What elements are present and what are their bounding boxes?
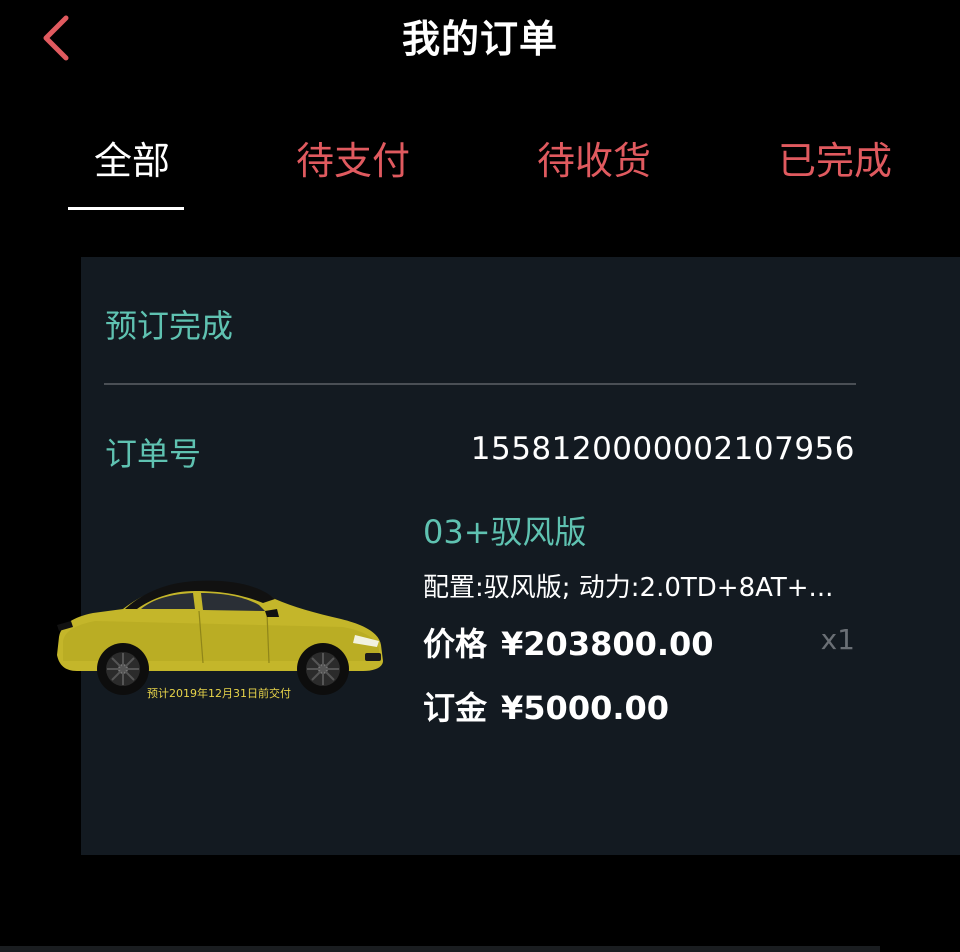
- quantity: x1: [820, 623, 855, 656]
- deposit-label: 订金: [423, 689, 488, 727]
- tab-pending-delivery[interactable]: 待收货: [537, 130, 651, 185]
- order-number: 1558120000002107956: [470, 431, 855, 467]
- page-title: 我的订单: [401, 17, 558, 61]
- order-number-label: 订单号: [105, 435, 202, 473]
- product-config: 配置:驭风版; 动力:2.0TD+8AT+...: [423, 573, 834, 603]
- delivery-note: 预计2019年12月31日前交付: [147, 687, 291, 700]
- tab-all[interactable]: 全部: [94, 130, 170, 185]
- order-tabs: 全部 待支付 待收货 已完成: [0, 120, 960, 220]
- deposit-row: 订金 ¥5000.00: [423, 683, 669, 729]
- deposit-value: ¥5000.00: [501, 689, 670, 727]
- divider: [104, 383, 856, 385]
- bottom-divider: [0, 946, 880, 952]
- price-label: 价格: [423, 625, 488, 663]
- tab-pending-payment[interactable]: 待支付: [296, 130, 410, 185]
- tab-completed[interactable]: 已完成: [778, 130, 892, 185]
- product-name: 03+驭风版: [423, 513, 587, 551]
- price-row: 价格 ¥203800.00: [423, 619, 714, 665]
- order-card[interactable]: 预订完成 订单号 1558120000002107956 预计2019年12月3…: [57, 257, 960, 855]
- active-tab-indicator: [68, 207, 184, 210]
- price-value: ¥203800.00: [501, 625, 714, 663]
- order-status: 预订完成: [105, 307, 234, 345]
- header-bar: 我的订单: [0, 0, 960, 80]
